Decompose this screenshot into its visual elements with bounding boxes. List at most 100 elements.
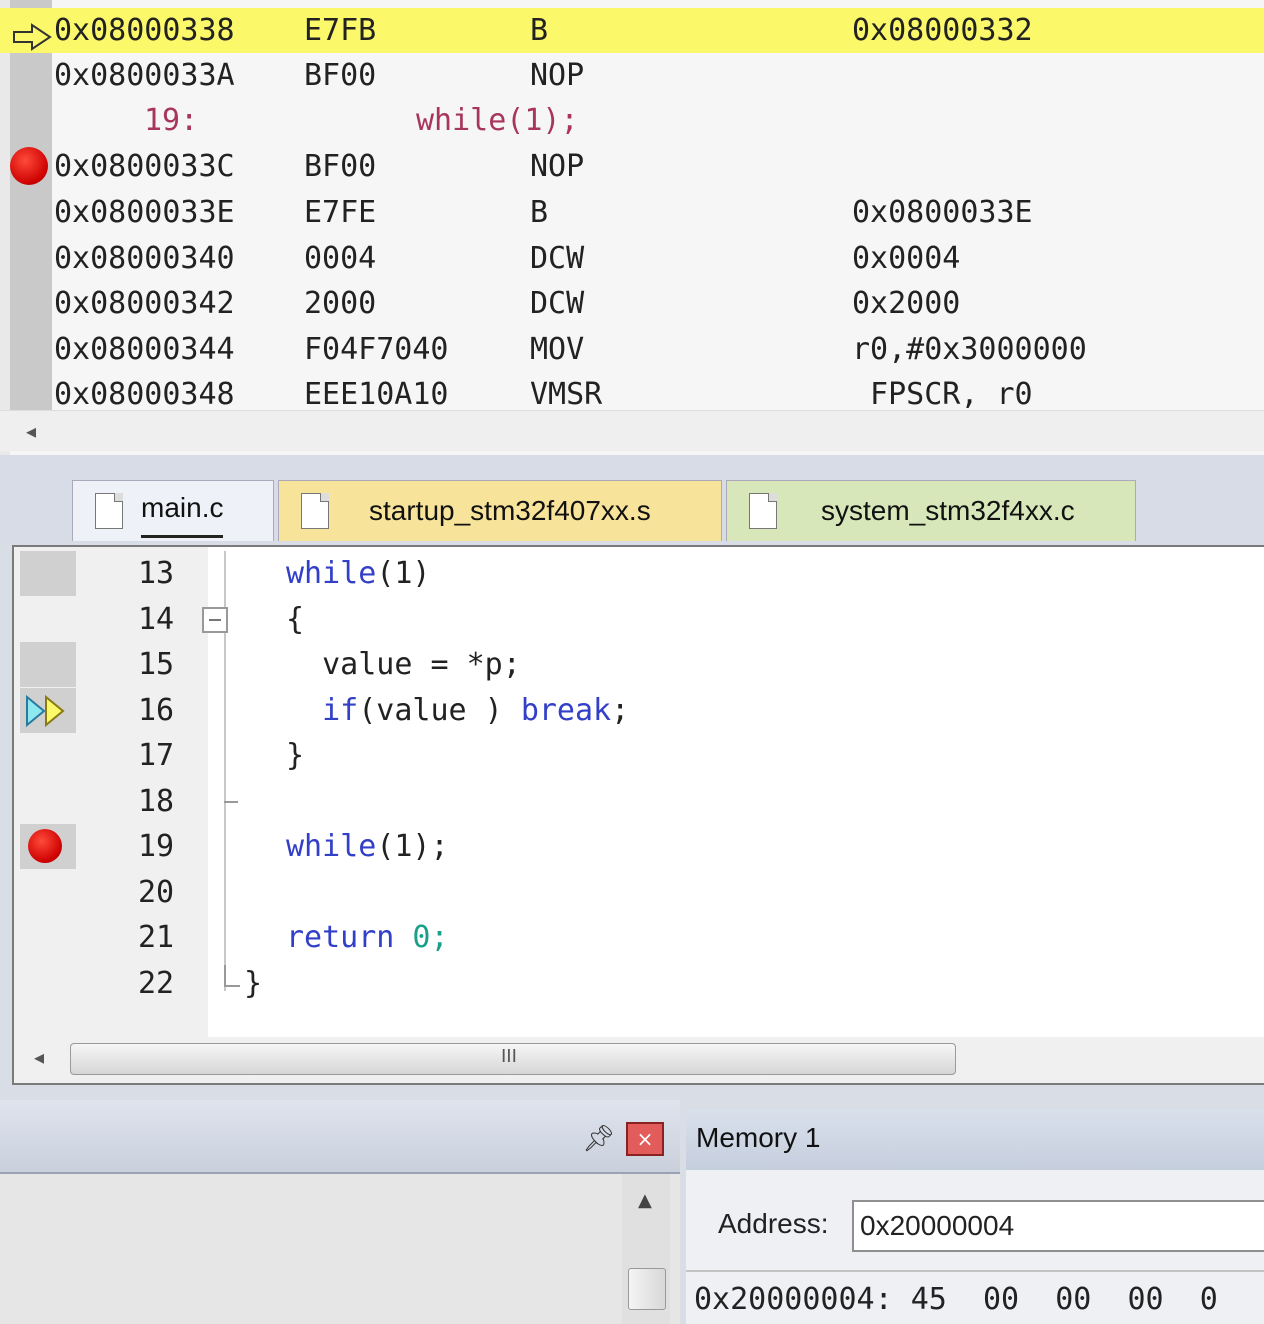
code-text: } (286, 738, 305, 773)
scroll-left-arrow-icon[interactable]: ◂ (26, 419, 36, 443)
code-text: while(1) (286, 551, 431, 596)
disasm-mnemonic: B (530, 13, 549, 48)
disasm-operand: 0x2000 (852, 286, 961, 321)
disasm-address: 0x08000338 (54, 13, 235, 48)
code-text: if(value ) break; (286, 688, 629, 733)
disasm-row[interactable]: 0x08000344 F04F7040 MOV r0,#0x3000000 (0, 327, 1264, 372)
disasm-row[interactable]: 0x08000340 0004 DCW 0x0004 (0, 236, 1264, 281)
disasm-mnemonic: MOV (530, 332, 585, 367)
disasm-operand: 0x0004 (852, 241, 961, 276)
address-label: Address: (718, 1208, 829, 1239)
code-text: } (244, 966, 263, 1001)
tab-system-stm32f4xx-c[interactable]: system_stm32f4xx.c (726, 480, 1136, 541)
line-number: 14 (138, 602, 175, 637)
disasm-opcode: BF00 (304, 149, 377, 184)
line-number: 21 (138, 920, 175, 955)
disasm-row[interactable]: 0x0800033C BF00 NOP (0, 144, 1264, 189)
memory-separator (686, 1270, 1264, 1272)
disasm-mnemonic: B (530, 195, 549, 230)
code-line[interactable]: 18 (14, 779, 1264, 824)
scrollbar-thumb[interactable]: III (70, 1043, 956, 1075)
bottom-left-pane: 📌︎ × ▲ (0, 1100, 680, 1324)
disasm-opcode: F04F7040 (304, 332, 449, 367)
document-icon (95, 493, 123, 529)
code-text: { (286, 602, 305, 637)
document-icon (749, 493, 777, 529)
line-marker (20, 642, 76, 687)
close-icon[interactable]: × (626, 1122, 664, 1156)
code-line[interactable]: 14 { (14, 597, 1264, 642)
tab-startup-stm32f407xx-s[interactable]: startup_stm32f407xx.s (278, 480, 722, 541)
code-rest: 0; (394, 920, 449, 955)
disasm-address: 0x08000344 (54, 332, 235, 367)
disassembly-pane: 0x08000338 E7FB B 0x08000332 0x0800033A … (0, 0, 1264, 455)
disasm-opcode: E7FE (304, 195, 377, 230)
disasm-row[interactable]: 0x0800033A BF00 NOP (0, 53, 1264, 98)
tab-label: system_stm32f4xx.c (821, 495, 1075, 526)
scroll-left-arrow-icon[interactable]: ◂ (34, 1045, 44, 1069)
disasm-address: 0x0800033E (54, 195, 235, 230)
disasm-operand: 0x08000332 (852, 13, 1033, 48)
keyword: break (520, 693, 612, 728)
keyword: while (286, 556, 377, 591)
disasm-opcode: E7FB (304, 13, 377, 48)
disasm-mnemonic: DCW (530, 286, 585, 321)
disasm-source-row[interactable]: 19: while(1); (0, 98, 1264, 143)
fold-collapse-icon[interactable] (202, 607, 228, 633)
disasm-operand: r0,#0x3000000 (852, 332, 1087, 367)
code-line[interactable]: 22 } (14, 961, 1264, 1006)
scrollbar-thumb[interactable] (628, 1268, 666, 1310)
breakpoint-icon[interactable] (10, 147, 48, 185)
memory-dump-line[interactable]: 0x20000004: 45 00 00 00 0 (694, 1280, 1218, 1320)
code-line[interactable]: 13 while(1) (14, 551, 1264, 596)
line-number: 18 (138, 784, 175, 819)
disasm-address: 0x0800033A (54, 58, 235, 93)
code-mid: (value ) (358, 693, 521, 728)
current-instruction-arrow-icon (13, 23, 52, 51)
line-number: 17 (138, 738, 175, 773)
line-number: 22 (138, 966, 175, 1001)
fold-end-tick (224, 801, 238, 803)
code-text: return 0; (286, 915, 449, 960)
disasm-source-line-number: 19: (144, 103, 199, 138)
line-marker (20, 551, 76, 596)
memory-header: Memory 1 (686, 1110, 1264, 1170)
tab-label: startup_stm32f407xx.s (369, 495, 651, 526)
run-to-cursor-icon (26, 694, 65, 728)
scroll-up-arrow-icon[interactable]: ▲ (638, 1190, 652, 1211)
breakpoint-icon[interactable] (28, 829, 62, 863)
tab-main-c[interactable]: main.c (72, 480, 274, 541)
keyword: return (286, 920, 395, 955)
keyword: if (286, 693, 359, 728)
line-number: 16 (138, 693, 175, 728)
disasm-mnemonic: DCW (530, 241, 585, 276)
vertical-scrollbar[interactable]: ▲ (622, 1174, 670, 1324)
code-line[interactable]: 19 while(1); (14, 824, 1264, 869)
document-icon (301, 493, 329, 529)
source-editor[interactable]: 13 while(1) 14 { 15 value = *p; 16 if(va… (12, 545, 1264, 1085)
disasm-row[interactable]: 0x0800033E E7FE B 0x0800033E (0, 190, 1264, 235)
code-line[interactable]: 20 (14, 870, 1264, 915)
code-rest: (1); (376, 829, 449, 864)
code-tail: ; (611, 693, 630, 728)
address-input[interactable]: 0x20000004 (852, 1200, 1264, 1252)
code-line[interactable]: 16 if(value ) break; (14, 688, 1264, 733)
code-line[interactable]: 21 return 0; (14, 915, 1264, 960)
code-line[interactable]: 17 } (14, 733, 1264, 778)
memory-title: Memory 1 (696, 1122, 821, 1153)
disasm-address: 0x08000340 (54, 241, 235, 276)
disasm-opcode: 0004 (304, 241, 377, 276)
scrollbar-grip: III (501, 1046, 517, 1067)
disasm-address: 0x08000342 (54, 286, 235, 321)
pin-icon[interactable]: 📌︎ (582, 1124, 615, 1154)
disasm-opcode: BF00 (304, 58, 377, 93)
disasm-row-current[interactable]: 0x08000338 E7FB B 0x08000332 (0, 8, 1264, 53)
code-line[interactable]: 15 value = *p; (14, 642, 1264, 687)
line-number: 20 (138, 875, 175, 910)
editor-tab-strip: main.c startup_stm32f407xx.s system_stm3… (0, 455, 1264, 543)
disassembly-horizontal-scrollbar[interactable]: ◂ (0, 410, 1264, 451)
editor-horizontal-scrollbar[interactable]: ◂ III (14, 1037, 1264, 1083)
disasm-opcode: 2000 (304, 286, 377, 321)
disasm-row[interactable]: 0x08000342 2000 DCW 0x2000 (0, 281, 1264, 326)
fold-end-marker (224, 965, 240, 987)
